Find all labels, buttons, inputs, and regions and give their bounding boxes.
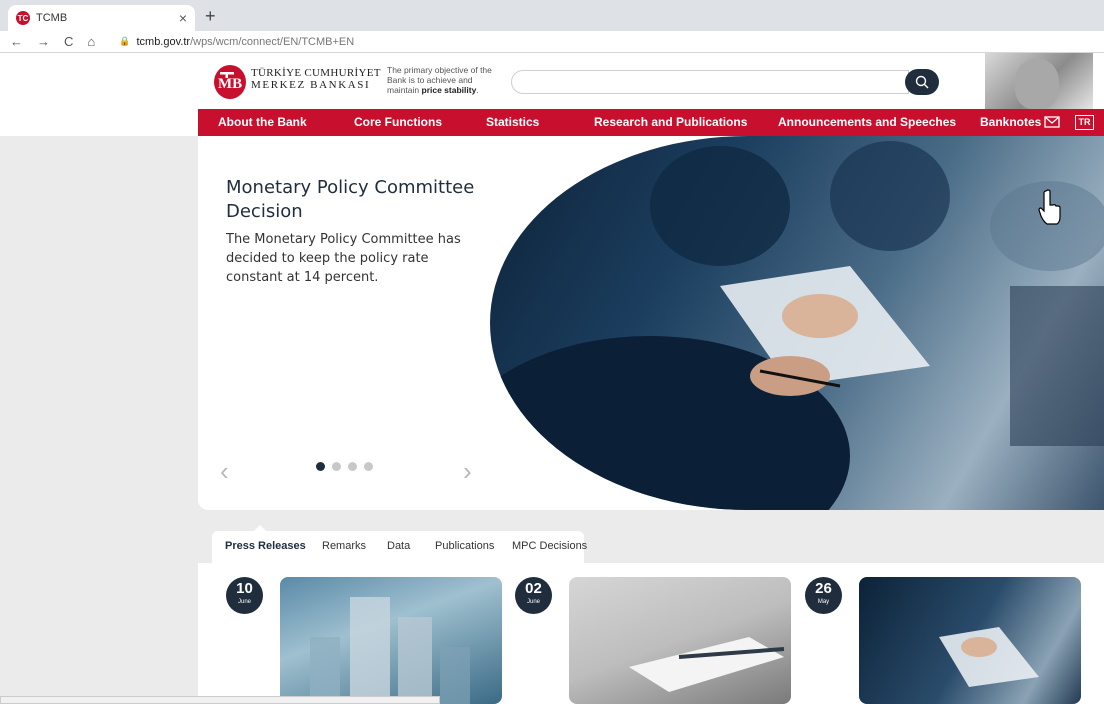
hero-slider: Monetary Policy Committee Decision The M… <box>198 136 1104 510</box>
date-month: May <box>817 599 830 605</box>
hero-title[interactable]: Monetary Policy Committee Decision <box>226 176 486 224</box>
home-button[interactable]: ⌂ <box>87 34 95 49</box>
forward-button[interactable]: → <box>37 34 50 49</box>
nav-statistics[interactable]: Statistics <box>486 109 539 136</box>
search-icon <box>915 75 929 89</box>
tcmb-logo-icon[interactable]: MB <box>214 65 246 99</box>
tab-mpc-decisions[interactable]: MPC Decisions <box>512 540 587 552</box>
date-badge: 26 May <box>805 577 842 614</box>
slider-prev-icon[interactable]: ‹ <box>220 456 229 487</box>
nav-banknotes[interactable]: Banknotes <box>980 109 1041 136</box>
active-tab-caret <box>254 525 266 531</box>
svg-text:MB: MB <box>218 76 242 92</box>
new-tab-button[interactable]: + <box>205 6 216 27</box>
tab-press-releases[interactable]: Press Releases <box>225 540 306 552</box>
news-tabs: Press Releases Remarks Data Publications… <box>212 525 587 563</box>
news-cards: 10 June 02 June 26 May <box>198 563 1104 704</box>
tab-remarks[interactable]: Remarks <box>322 540 366 552</box>
date-month: June <box>526 599 540 605</box>
logo-text[interactable]: TÜRKİYE CUMHURİYET MERKEZ BANKASI <box>251 67 381 91</box>
url-host: tcmb.gov.tr <box>136 35 191 48</box>
search-input[interactable] <box>511 70 909 94</box>
news-image[interactable] <box>859 577 1081 704</box>
tab-title: TCMB <box>36 12 68 24</box>
page: MB TÜRKİYE CUMHURİYET MERKEZ BANKASI The… <box>0 53 1104 704</box>
reload-button[interactable]: C <box>64 34 73 49</box>
governor-portrait <box>985 53 1093 109</box>
logo-line-2: MERKEZ BANKASI <box>251 79 371 91</box>
hero-image[interactable] <box>490 136 1104 510</box>
portrait-face <box>1015 59 1059 109</box>
hand-cursor-icon <box>1038 189 1061 225</box>
slider-dot[interactable] <box>316 462 325 471</box>
main-navigation: About the Bank Core Functions Statistics… <box>198 109 1104 136</box>
slider-next-icon[interactable]: › <box>463 456 472 487</box>
slider-dot[interactable] <box>332 462 341 471</box>
status-bar <box>0 696 440 704</box>
nav-research-and-publications[interactable]: Research and Publications <box>594 109 747 136</box>
close-tab-icon[interactable]: × <box>179 10 187 26</box>
address-bar: ← → C ⌂ 🔒 tcmb.gov.tr/wps/wcm/connect/EN… <box>0 31 1104 53</box>
language-toggle[interactable]: TR <box>1075 115 1094 130</box>
news-image[interactable] <box>569 577 791 704</box>
site-header: MB TÜRKİYE CUMHURİYET MERKEZ BANKASI The… <box>0 53 1104 109</box>
tcmb-favicon-icon: TC <box>16 11 30 25</box>
browser-tab-bar: TC TCMB × + <box>0 0 1104 31</box>
date-month: June <box>237 599 251 605</box>
date-badge: 10 June <box>226 577 263 614</box>
tab-publications[interactable]: Publications <box>435 540 494 552</box>
date-day: 26 <box>815 580 832 597</box>
left-spacer <box>0 109 198 136</box>
date-day: 10 <box>236 580 253 597</box>
tagline-bold: price stability <box>421 85 477 95</box>
news-image[interactable] <box>280 577 502 704</box>
date-badge: 02 June <box>515 577 552 614</box>
date-day: 02 <box>525 580 542 597</box>
logo-line-1: TÜRKİYE CUMHURİYET <box>251 67 381 79</box>
back-button[interactable]: ← <box>10 34 23 49</box>
mail-icon[interactable] <box>1044 115 1060 129</box>
search-button[interactable] <box>905 69 939 95</box>
nav-about-the-bank[interactable]: About the Bank <box>218 109 307 136</box>
slider-dot[interactable] <box>364 462 373 471</box>
nav-announcements-and-speeches[interactable]: Announcements and Speeches <box>778 109 956 136</box>
url-field[interactable]: tcmb.gov.tr/wps/wcm/connect/EN/TCMB+EN <box>136 36 354 48</box>
browser-tab[interactable]: TC TCMB × <box>8 5 195 31</box>
nav-core-functions[interactable]: Core Functions <box>354 109 442 136</box>
lock-icon: 🔒 <box>119 36 131 46</box>
slider-dot[interactable] <box>348 462 357 471</box>
tagline: The primary objective of the Bank is to … <box>387 65 507 95</box>
hero-text: The Monetary Policy Committee has decide… <box>226 232 461 285</box>
slider-dots <box>316 462 373 471</box>
tagline-suffix: . <box>476 85 479 95</box>
tab-data[interactable]: Data <box>387 540 410 552</box>
url-path: /wps/wcm/connect/EN/TCMB+EN <box>190 35 355 48</box>
